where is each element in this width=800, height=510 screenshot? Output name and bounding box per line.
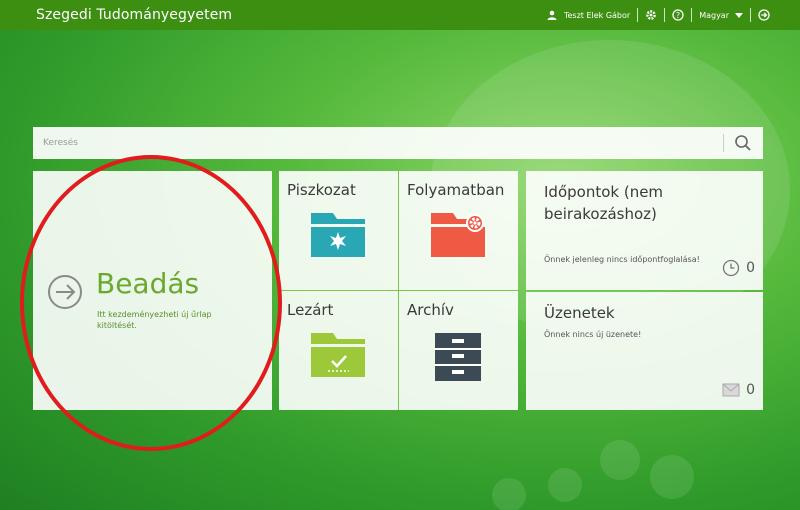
cabinet-icon	[435, 333, 481, 381]
search-input[interactable]	[33, 127, 713, 159]
tile-uzenetek-title: Üzenetek	[544, 304, 615, 322]
user-menu: Teszt Elek Gábor ? Magyar	[547, 0, 770, 30]
background-glow-small-4	[492, 478, 526, 510]
tile-archiv[interactable]: Archív	[399, 291, 518, 410]
gear-icon[interactable]	[645, 9, 657, 21]
logout-icon[interactable]	[758, 9, 770, 21]
tile-idopontok[interactable]: Időpontok (nem beirakozáshoz) Önnek jele…	[526, 171, 763, 290]
user-icon	[547, 10, 557, 20]
folder-check-icon	[311, 333, 365, 377]
divider	[664, 8, 666, 22]
tile-piszkozat[interactable]: Piszkozat	[279, 171, 398, 290]
appointment-count-value: 0	[746, 260, 755, 276]
user-name[interactable]: Teszt Elek Gábor	[564, 11, 630, 20]
folder-gear-icon	[431, 213, 485, 257]
language-label: Magyar	[699, 10, 729, 20]
svg-text:?: ?	[676, 11, 680, 20]
tile-uzenetek-message: Önnek nincs új üzenete!	[544, 330, 642, 339]
divider	[691, 8, 693, 22]
top-bar: Szegedi Tudományegyetem Teszt Elek Gábor…	[0, 0, 800, 30]
help-icon[interactable]: ?	[672, 9, 684, 21]
message-count: 0	[722, 382, 755, 398]
brand-title[interactable]: Szegedi Tudományegyetem	[36, 7, 232, 23]
tile-uzenetek[interactable]: Üzenetek Önnek nincs új üzenete! 0	[526, 292, 763, 410]
background-glow-small-2	[650, 455, 694, 499]
message-count-value: 0	[746, 382, 755, 398]
tile-lezart-title: Lezárt	[287, 301, 334, 319]
background-glow-small-3	[548, 468, 582, 502]
tile-idopontok-message: Önnek jelenleg nincs időpontfoglalása!	[544, 255, 700, 264]
appointment-count: 0	[722, 259, 755, 277]
divider	[750, 8, 751, 22]
status-grid: Piszkozat Folyamatban Lezárt Archív	[279, 171, 518, 410]
language-select[interactable]: Magyar	[699, 11, 743, 20]
search-button[interactable]	[733, 133, 753, 153]
tile-piszkozat-title: Piszkozat	[287, 181, 356, 199]
chevron-down-icon	[735, 12, 743, 18]
search-bar	[33, 127, 763, 159]
background-glow-small	[600, 440, 640, 480]
tile-lezart[interactable]: Lezárt	[279, 291, 398, 410]
envelope-icon	[722, 383, 740, 397]
search-icon	[735, 135, 751, 151]
tile-beadas-description: Itt kezdeményezheti új űrlap kitöltését.	[97, 310, 212, 330]
tile-beadas-title: Beadás	[96, 267, 200, 300]
folder-star-icon	[311, 213, 365, 257]
tile-folyamatban-title: Folyamatban	[407, 181, 505, 199]
divider	[637, 8, 639, 22]
tile-beadas[interactable]: Beadás Itt kezdeményezheti új űrlap kitö…	[33, 171, 272, 410]
tile-idopontok-title: Időpontok (nem beirakozáshoz)	[544, 183, 664, 223]
tile-folyamatban[interactable]: Folyamatban	[399, 171, 518, 290]
arrow-right-circle-icon	[47, 274, 83, 314]
search-divider	[723, 134, 724, 152]
clock-icon	[722, 259, 740, 277]
tile-archiv-title: Archív	[407, 301, 454, 319]
